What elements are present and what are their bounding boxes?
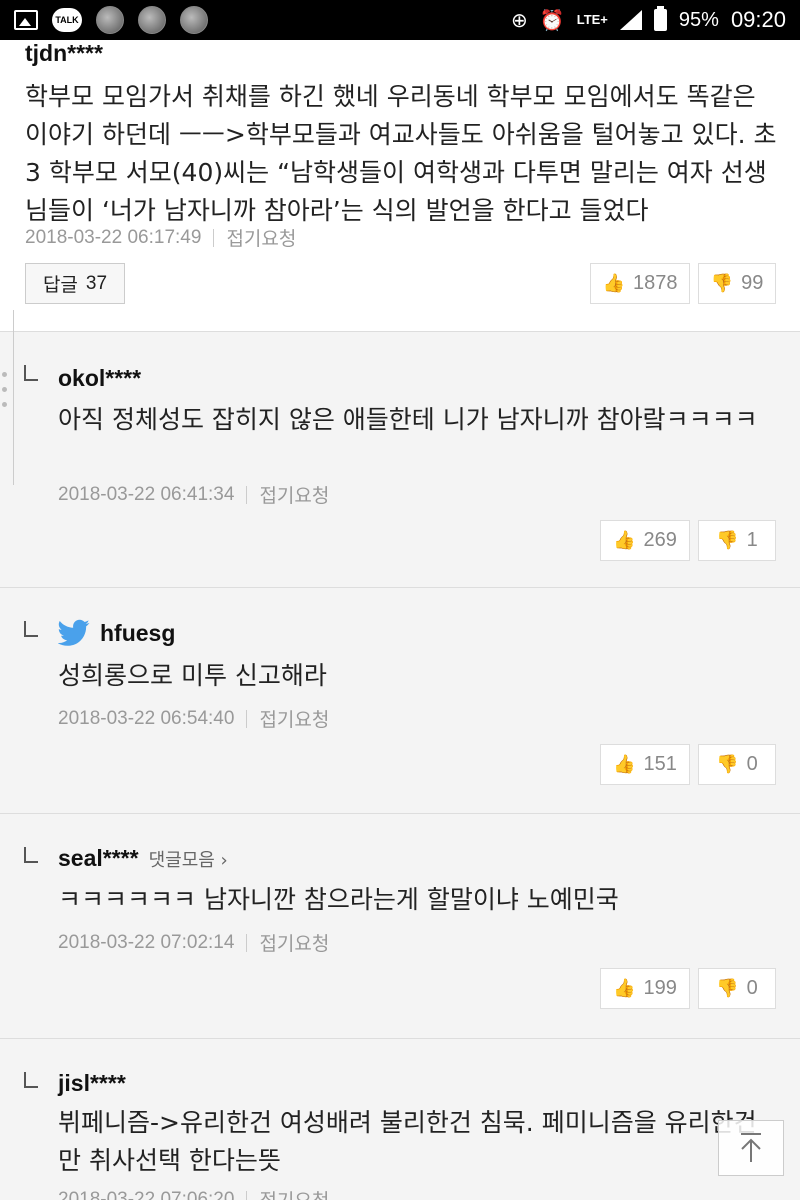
notification-avatar-icon <box>96 6 124 34</box>
battery-icon <box>653 6 667 31</box>
like-button[interactable]: 👍 1878 <box>590 263 690 304</box>
username-text: okol**** <box>58 365 142 391</box>
like-count: 199 <box>643 977 677 999</box>
thumbs-up-icon: 👍 <box>613 978 636 998</box>
reply-item: seal**** 댓글모음 › ㅋㅋㅋㅋㅋㅋ 남자니깐 참으라는게 할말이냐 노… <box>0 815 800 1039</box>
twitter-icon <box>58 619 90 646</box>
fold-request-link[interactable]: 접기요청 <box>259 1186 329 1200</box>
battery-percent: 95% <box>678 8 719 31</box>
reply-username[interactable]: okol**** <box>58 365 141 392</box>
comment-timestamp: 2018-03-22 06:17:49 <box>25 226 202 248</box>
like-count: 269 <box>643 529 677 551</box>
thumbs-down-icon: 👎 <box>710 273 734 293</box>
fold-request-link[interactable]: 접기요청 <box>259 705 329 732</box>
notification-avatar-icon <box>180 6 208 34</box>
meta-divider <box>213 228 215 247</box>
reply-timestamp: 2018-03-22 06:54:40 <box>58 707 235 729</box>
clock: 09:20 <box>730 7 786 32</box>
reply-timestamp: 2018-03-22 06:41:34 <box>58 483 235 505</box>
username-text: seal**** <box>58 845 139 871</box>
reply-item: okol**** 아직 정체성도 잡히지 않은 애들한테 니가 남자니까 참아랔… <box>0 333 800 588</box>
reply-text: 성희롱으로 미투 신고해라 <box>58 661 327 690</box>
arrow-up-icon <box>741 1133 761 1162</box>
reply-indent-icon <box>24 365 38 381</box>
username-text: jisl**** <box>58 1070 126 1096</box>
reply-text: 뷔페니즘->유리한건 여성배려 불리한건 침묵. 페미니즘을 유리한건만 취사선… <box>58 1108 757 1175</box>
thumbs-up-icon: 👍 <box>602 273 625 293</box>
fold-request-link[interactable]: 접기요청 <box>259 929 329 956</box>
reply-timestamp: 2018-03-22 07:02:14 <box>58 931 235 953</box>
thumbs-up-icon: 👍 <box>613 530 636 550</box>
dislike-count: 1 <box>746 529 758 551</box>
reply-indent-icon <box>24 1072 38 1088</box>
thumbs-down-icon: 👎 <box>716 754 739 774</box>
reply-text: ㅋㅋㅋㅋㅋㅋ 남자니깐 참으라는게 할말이냐 노예민국 <box>58 885 619 914</box>
reply-text: 아직 정체성도 잡히지 않은 애들한테 니가 남자니까 참아랔ㅋㅋㅋㅋ <box>58 405 758 434</box>
signal-icon <box>619 10 642 30</box>
reply-meta: 2018-03-22 07:06:20 접기요청 <box>58 1186 329 1200</box>
kakaotalk-notification-icon: TALK <box>52 8 82 32</box>
main-comment: tjdn**** 학부모 모임가서 취채를 하긴 했네 우리동네 학부모 모임에… <box>0 40 800 332</box>
reply-indent-icon <box>24 847 38 863</box>
meta-divider <box>246 485 248 504</box>
dislike-count: 0 <box>746 977 758 999</box>
like-count: 151 <box>643 753 677 775</box>
reply-username[interactable]: jisl**** <box>58 1070 126 1097</box>
status-bar: TALK ⊕ ⏰ LTE+ 95% 09:20 <box>0 0 800 40</box>
like-button[interactable]: 👍 269 <box>600 520 690 561</box>
thumbs-up-icon: 👍 <box>613 754 636 774</box>
reply-meta: 2018-03-22 06:41:34 접기요청 <box>58 481 329 508</box>
gallery-notification-icon <box>14 10 38 30</box>
thumbs-down-icon: 👎 <box>716 978 739 998</box>
reply-username[interactable]: seal**** 댓글모음 › <box>58 845 228 872</box>
like-button[interactable]: 👍 199 <box>600 968 690 1009</box>
reply-label: 답글 <box>42 275 78 296</box>
dislike-count: 99 <box>741 272 764 294</box>
notification-avatar-icon <box>138 6 166 34</box>
reply-meta: 2018-03-22 06:54:40 접기요청 <box>58 705 329 732</box>
like-count: 1878 <box>632 272 678 294</box>
dislike-button[interactable]: 👎 99 <box>698 263 776 304</box>
thumbs-down-icon: 👎 <box>716 530 739 550</box>
lte-indicator: LTE+ <box>576 12 608 27</box>
dislike-button[interactable]: 👎 0 <box>698 968 776 1009</box>
reply-item: jisl**** 뷔페니즘->유리한건 여성배려 불리한건 침묵. 페미니즘을 … <box>0 1040 800 1200</box>
reply-item: hfuesg 성희롱으로 미투 신고해라 2018-03-22 06:54:40… <box>0 589 800 814</box>
alarm-icon: ⏰ <box>539 9 565 32</box>
data-saver-icon: ⊕ <box>511 9 528 32</box>
reply-timestamp: 2018-03-22 07:06:20 <box>58 1188 235 1200</box>
dislike-button[interactable]: 👎 0 <box>698 744 776 785</box>
reply-username[interactable]: hfuesg <box>58 619 175 647</box>
scroll-to-top-button[interactable] <box>718 1120 784 1176</box>
dislike-button[interactable]: 👎 1 <box>698 520 776 561</box>
fold-request-link[interactable]: 접기요청 <box>259 481 329 508</box>
meta-divider <box>246 1190 248 1200</box>
like-button[interactable]: 👍 151 <box>600 744 690 785</box>
fold-request-link[interactable]: 접기요청 <box>226 224 296 251</box>
comment-text: 학부모 모임가서 취채를 하긴 했네 우리동네 학부모 모임에서도 똑같은 이야… <box>25 82 777 225</box>
comment-username[interactable]: tjdn**** <box>25 40 103 67</box>
reply-count: 37 <box>85 272 108 294</box>
meta-divider <box>246 933 248 952</box>
dislike-count: 0 <box>746 753 758 775</box>
comment-collection-link[interactable]: 댓글모음 › <box>149 846 228 872</box>
username-text: hfuesg <box>100 619 176 646</box>
reply-indent-icon <box>24 621 38 637</box>
comment-meta: 2018-03-22 06:17:49 접기요청 <box>25 224 296 251</box>
meta-divider <box>246 709 248 728</box>
reply-toggle-button[interactable]: 답글 37 <box>25 263 125 304</box>
reply-meta: 2018-03-22 07:02:14 접기요청 <box>58 929 329 956</box>
